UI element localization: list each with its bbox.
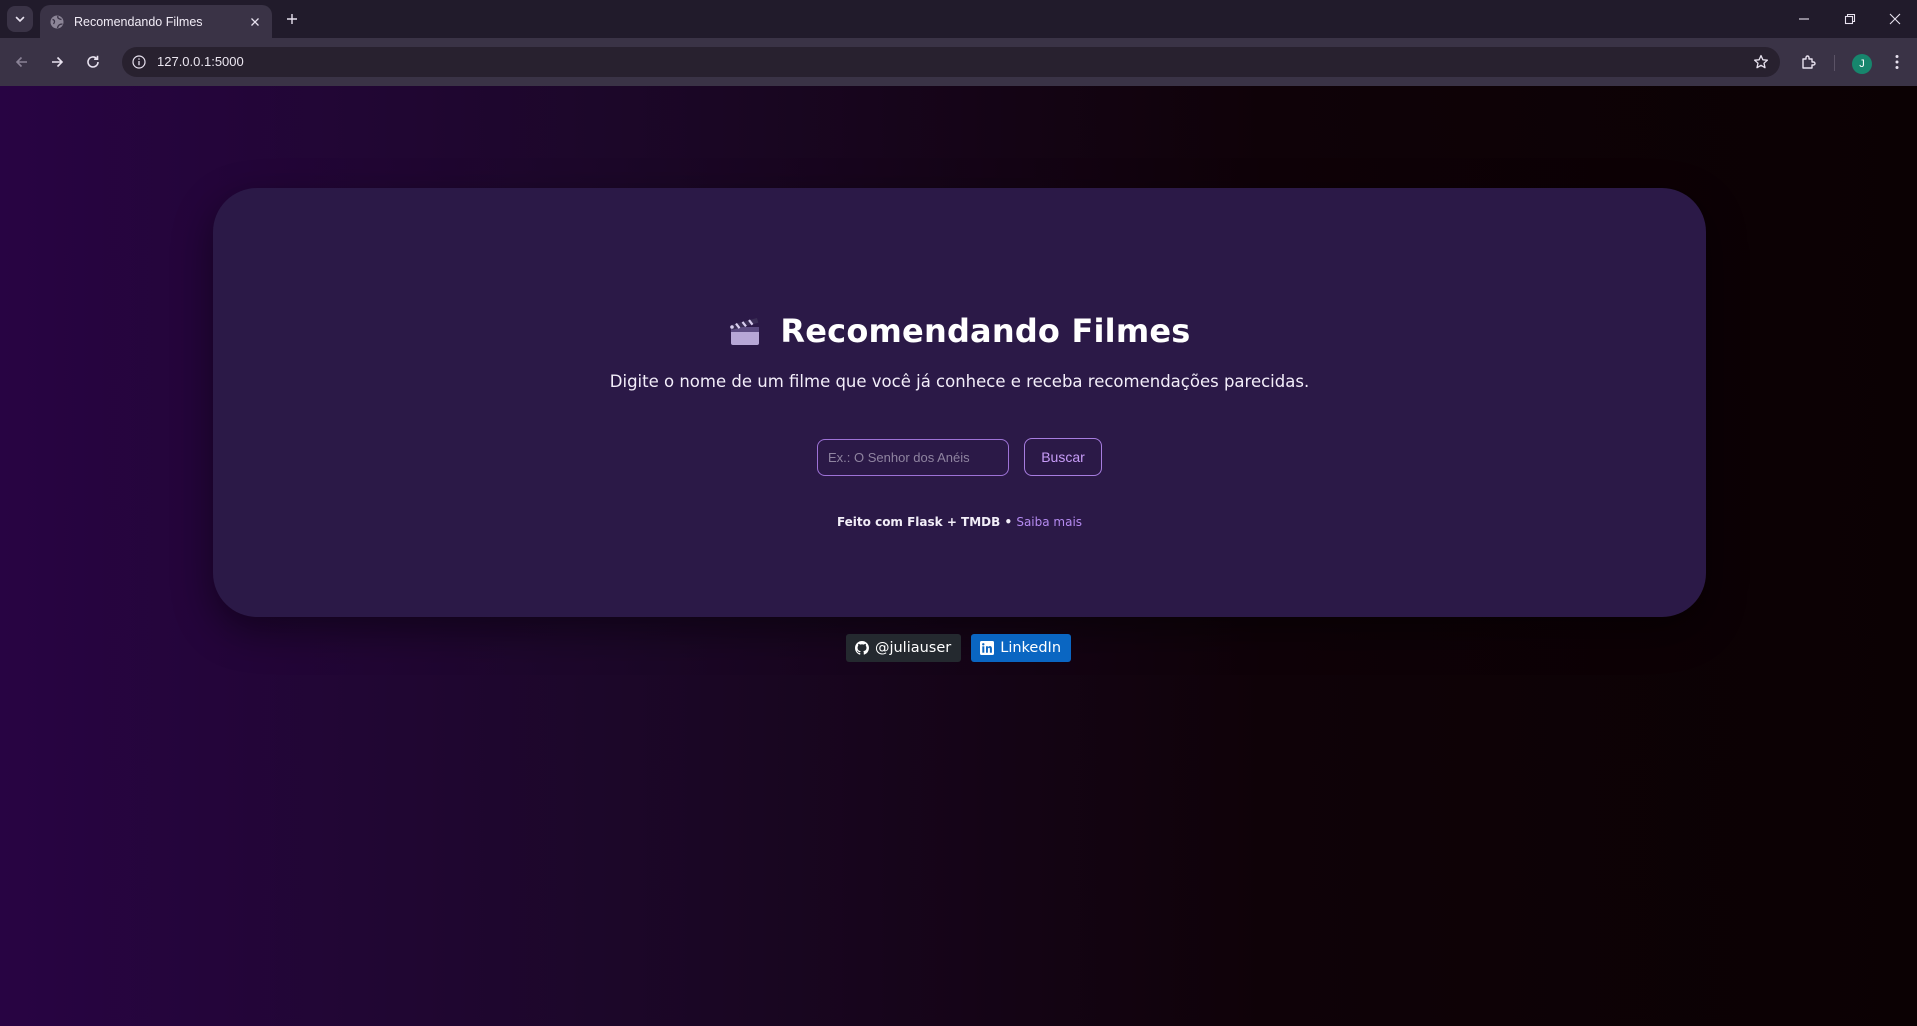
linkedin-icon [980, 641, 995, 655]
tab-search-button[interactable] [7, 6, 33, 32]
menu-dots-icon[interactable] [1885, 50, 1909, 74]
url-text: 127.0.0.1:5000 [157, 54, 244, 69]
restore-icon [1844, 13, 1856, 25]
browser-tab[interactable]: Recomendando Filmes [40, 5, 272, 38]
restore-button[interactable] [1827, 6, 1873, 32]
arrow-right-icon [52, 56, 64, 68]
social-links: @juliauser LinkedIn [0, 634, 1917, 662]
new-tab-button[interactable] [282, 9, 302, 29]
github-icon [854, 641, 869, 655]
globe-icon [49, 14, 65, 30]
github-badge[interactable]: @juliauser [845, 634, 962, 662]
chevron-down-icon [15, 16, 25, 23]
made-with-text: Feito com Flask + TMDB • [836, 515, 1013, 529]
back-button[interactable] [10, 50, 34, 74]
main-card: Recomendando Filmes Digite o nome de um … [213, 188, 1706, 617]
learn-more-link[interactable]: Saiba mais [1016, 515, 1082, 529]
movie-search-input[interactable] [817, 438, 1009, 476]
page-subtitle: Digite o nome de um filme que você já co… [609, 372, 1310, 391]
minimize-icon [1799, 18, 1809, 20]
bookmark-star-icon[interactable] [1752, 53, 1770, 71]
reload-button[interactable] [81, 50, 105, 74]
linkedin-badge[interactable]: LinkedIn [971, 634, 1072, 662]
linkedin-label: LinkedIn [1000, 640, 1062, 656]
search-form: Buscar [213, 438, 1706, 476]
page-title: Recomendando Filmes [780, 312, 1191, 350]
page-background: Recomendando Filmes Digite o nome de um … [0, 86, 1917, 1026]
arrow-left-icon [15, 56, 27, 68]
clapperboard-icon [728, 315, 762, 347]
extensions-icon[interactable] [1797, 50, 1821, 74]
title-row: Recomendando Filmes [213, 312, 1706, 350]
address-bar[interactable]: 127.0.0.1:5000 [122, 47, 1780, 77]
card-footer: Feito com Flask + TMDB • Saiba mais [213, 515, 1706, 529]
reload-icon [87, 55, 99, 68]
close-tab-icon[interactable] [246, 13, 264, 31]
search-button[interactable]: Buscar [1024, 438, 1102, 476]
browser-toolbar: 127.0.0.1:5000 [0, 38, 1917, 86]
browser-tab-bar: Recomendando Filmes [0, 0, 1917, 38]
toolbar-divider [1834, 55, 1835, 71]
forward-button[interactable] [45, 50, 69, 74]
profile-avatar[interactable]: J [1852, 54, 1872, 74]
info-icon[interactable] [131, 54, 147, 70]
plus-icon [287, 14, 297, 24]
minimize-button[interactable] [1781, 6, 1827, 32]
close-window-button[interactable] [1873, 6, 1917, 32]
github-label: @juliauser [874, 640, 952, 656]
close-icon [1889, 13, 1901, 25]
tab-title: Recomendando Filmes [74, 14, 203, 29]
